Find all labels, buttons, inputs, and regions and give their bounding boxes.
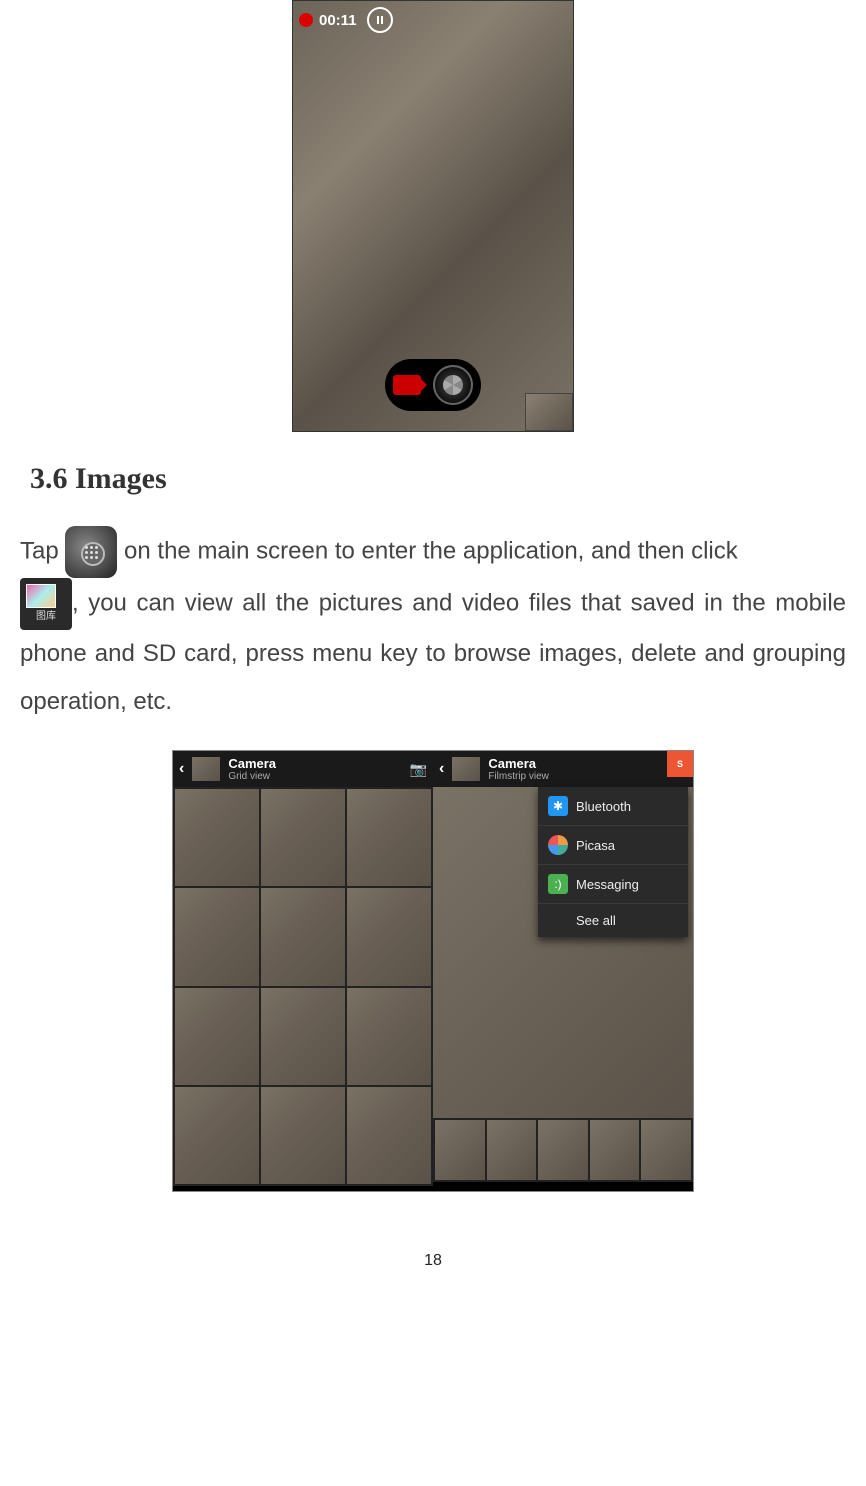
video-mode-icon[interactable] bbox=[393, 375, 421, 395]
video-recording-screenshot: 00:11 bbox=[292, 0, 574, 432]
record-dot-icon bbox=[299, 13, 313, 27]
page-content: 00:11 3.6 Images Tap on the main screen … bbox=[0, 0, 866, 1310]
gallery-screenshots: ‹ Camera Grid view 📷 bbox=[172, 750, 694, 1192]
photo-thumbnail[interactable] bbox=[347, 1087, 431, 1184]
back-icon[interactable]: ‹ bbox=[179, 760, 184, 778]
photo-thumbnail[interactable] bbox=[347, 988, 431, 1085]
camera-icon[interactable]: 📷 bbox=[410, 761, 427, 778]
photo-thumbnail[interactable] bbox=[175, 888, 259, 985]
pause-button[interactable] bbox=[367, 7, 393, 33]
photo-thumbnail[interactable] bbox=[175, 789, 259, 886]
photo-thumbnail[interactable] bbox=[175, 988, 259, 1085]
share-item-label: Picasa bbox=[576, 838, 615, 853]
header-text-group: Camera Filmstrip view bbox=[488, 756, 670, 782]
header-thumbnail bbox=[192, 757, 220, 781]
section-heading: 3.6 Images bbox=[30, 462, 846, 496]
picasa-icon bbox=[548, 835, 568, 855]
video-recording-status: 00:11 bbox=[299, 7, 393, 33]
gallery-header: ‹ Camera Grid view 📷 bbox=[173, 751, 433, 787]
photo-thumbnail[interactable] bbox=[175, 1087, 259, 1184]
share-item-label: Messaging bbox=[576, 877, 639, 892]
body-paragraph: Tap on the main screen to enter the appl… bbox=[20, 526, 846, 726]
text-segment: , you can view all the pictures and vide… bbox=[20, 589, 846, 715]
gallery-title: Camera bbox=[488, 756, 670, 771]
share-item-bluetooth[interactable]: ✱ Bluetooth bbox=[538, 787, 688, 826]
gallery-grid-screenshot: ‹ Camera Grid view 📷 bbox=[173, 751, 433, 1191]
page-number: 18 bbox=[20, 1252, 846, 1270]
header-thumbnail bbox=[452, 757, 480, 781]
preview-thumbnail[interactable] bbox=[525, 393, 573, 431]
filmstrip-thumbnail[interactable] bbox=[641, 1120, 691, 1180]
recording-time: 00:11 bbox=[319, 12, 357, 29]
gallery-header: ‹ Camera Filmstrip view < S bbox=[433, 751, 693, 787]
text-segment: on the main screen to enter the applicat… bbox=[117, 537, 737, 564]
photo-thumbnail[interactable] bbox=[261, 988, 345, 1085]
messaging-icon: :) bbox=[548, 874, 568, 894]
back-icon[interactable]: ‹ bbox=[439, 760, 444, 778]
share-item-picasa[interactable]: Picasa bbox=[538, 826, 688, 865]
photo-thumbnail[interactable] bbox=[347, 789, 431, 886]
share-item-see-all[interactable]: See all bbox=[538, 904, 688, 937]
share-item-messaging[interactable]: :) Messaging bbox=[538, 865, 688, 904]
apps-icon bbox=[65, 526, 117, 578]
photo-thumbnail[interactable] bbox=[261, 1087, 345, 1184]
share-item-label: See all bbox=[576, 913, 616, 928]
filmstrip-thumbnail[interactable] bbox=[538, 1120, 588, 1180]
header-text-group: Camera Grid view bbox=[228, 756, 401, 782]
photo-thumbnail[interactable] bbox=[347, 888, 431, 985]
filmstrip-thumbnail[interactable] bbox=[487, 1120, 537, 1180]
filmstrip-thumbnails bbox=[433, 1118, 693, 1182]
shutter-button[interactable] bbox=[433, 365, 473, 405]
share-item-label: Bluetooth bbox=[576, 799, 631, 814]
text-segment: Tap bbox=[20, 537, 65, 564]
filmstrip-thumbnail[interactable] bbox=[435, 1120, 485, 1180]
header-icons: < S bbox=[679, 761, 687, 777]
filmstrip-thumbnail[interactable] bbox=[590, 1120, 640, 1180]
photo-grid bbox=[173, 787, 433, 1186]
section-number: 3.6 bbox=[30, 462, 68, 495]
gallery-subtitle: Filmstrip view bbox=[488, 771, 670, 782]
bluetooth-icon: ✱ bbox=[548, 796, 568, 816]
photo-thumbnail[interactable] bbox=[261, 789, 345, 886]
video-controls bbox=[385, 359, 481, 411]
header-icons: 📷 bbox=[410, 761, 427, 778]
pause-icon bbox=[377, 16, 383, 24]
gallery-title: Camera bbox=[228, 756, 401, 771]
photo-thumbnail[interactable] bbox=[261, 888, 345, 985]
app-badge[interactable]: S bbox=[667, 751, 693, 777]
section-title: Images bbox=[75, 462, 167, 495]
gallery-filmstrip-screenshot: ‹ Camera Filmstrip view < S ✱ Bluetooth bbox=[433, 751, 693, 1191]
gallery-app-icon bbox=[20, 578, 72, 630]
share-menu: ✱ Bluetooth Picasa :) Messaging See all bbox=[538, 787, 688, 937]
gallery-subtitle: Grid view bbox=[228, 771, 401, 782]
